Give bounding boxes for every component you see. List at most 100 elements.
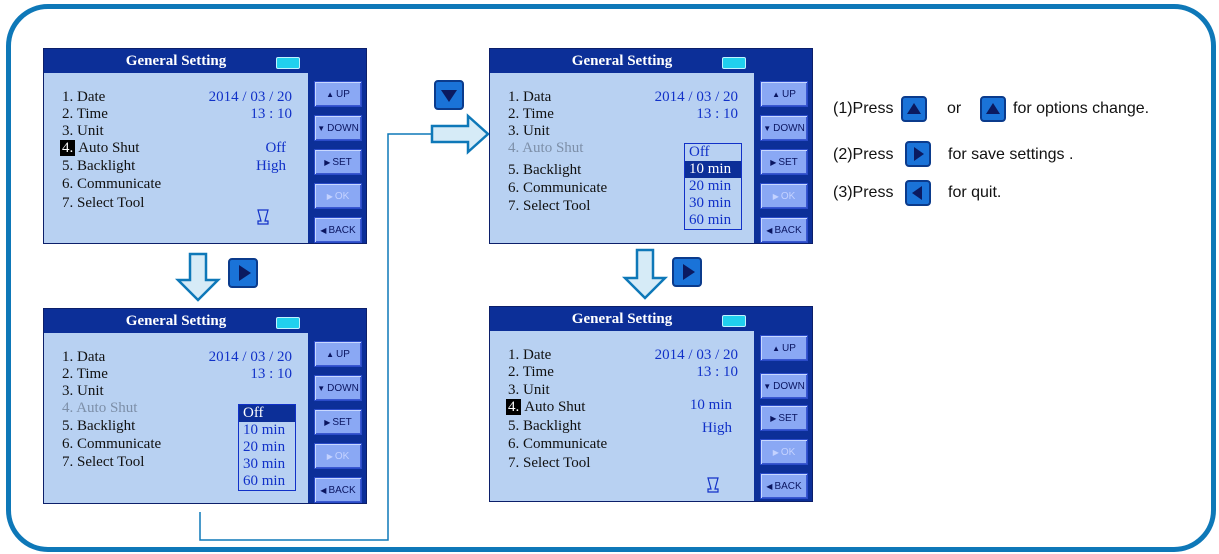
up-button[interactable]: ▲ UP (314, 81, 362, 107)
settings-row[interactable]: 5. Backlight (508, 418, 581, 435)
row-number: 7. (62, 454, 74, 470)
settings-row[interactable]: 6. Communicate (62, 176, 161, 193)
settings-row[interactable]: 1. Data (508, 89, 551, 106)
down-button[interactable]: ▼ DOWN (760, 115, 808, 141)
down-arrow-icon: ▼ (763, 123, 772, 133)
button-column: ▲ UP ▼ DOWN ▶ SET ▶ OK ◀ BACK (754, 307, 812, 501)
down-button[interactable]: ▼ DOWN (760, 373, 808, 399)
right-arrow-icon: ▶ (770, 157, 777, 167)
down-arrow-icon: ▼ (317, 383, 326, 393)
row-label: Select Tool (77, 195, 145, 211)
settings-row[interactable]: 6. Communicate (508, 180, 607, 197)
dropdown-option[interactable]: 20 min (239, 439, 295, 456)
up-arrow-icon: ▲ (772, 343, 780, 353)
settings-row[interactable]: 3. Unit (508, 123, 550, 140)
settings-row[interactable]: 1. Date (508, 347, 551, 364)
settings-row[interactable]: 1. Date (62, 89, 105, 106)
up-button[interactable]: ▲ UP (760, 335, 808, 361)
battery-icon (722, 315, 746, 327)
row-label: Date (77, 89, 106, 105)
row-value: Off (265, 140, 286, 156)
button-column: ▲ UP ▼ DOWN ▶ SET ▶ OK ◀ BACK (308, 49, 366, 243)
settings-row[interactable]: 2. Time (508, 106, 554, 123)
screen-general-setting-3: General Setting 1. Data 2014 / 03 / 20 2… (489, 48, 813, 244)
set-button[interactable]: ▶ SET (314, 149, 362, 175)
right-arrow-icon: ▶ (770, 413, 777, 423)
dropdown-option[interactable]: 30 min (685, 195, 741, 212)
dropdown-option[interactable]: Off (685, 144, 741, 161)
row-label: Unit (523, 123, 550, 139)
flow-arrow-down-right (621, 248, 669, 300)
ok-button[interactable]: ▶ OK (760, 183, 808, 209)
row-label: Backlight (523, 162, 582, 178)
dropdown-option-selected[interactable]: 10 min (685, 161, 741, 178)
down-arrow-icon: ▼ (763, 381, 772, 391)
settings-row[interactable]: 5. Backlight (62, 158, 135, 175)
settings-row[interactable]: 2. Time (508, 364, 554, 381)
up-button[interactable]: ▲ UP (314, 341, 362, 367)
ok-button[interactable]: ▶ OK (314, 183, 362, 209)
flow-arrow-right (430, 113, 490, 155)
instruction-2-suffix: for save settings . (948, 146, 1074, 163)
row-number: 5. (62, 158, 74, 174)
settings-row[interactable]: 3. Unit (508, 382, 550, 399)
settings-row[interactable]: 7. Select Tool (508, 455, 590, 472)
back-button[interactable]: ◀ BACK (760, 217, 808, 243)
row-number: 6. (62, 436, 74, 452)
row-label: Time (76, 366, 108, 382)
settings-row[interactable]: 7. Select Tool (508, 198, 590, 215)
row-value: 2014 / 03 / 20 (208, 89, 292, 105)
dropdown-option[interactable]: 60 min (685, 212, 741, 229)
row-number: 7. (508, 198, 520, 214)
settings-row[interactable]: 7. Select Tool (62, 195, 144, 212)
ok-button[interactable]: ▶ OK (314, 443, 362, 469)
left-arrow-icon: ◀ (320, 485, 327, 495)
settings-row-selected[interactable]: 4. Auto Shut (506, 399, 585, 416)
row-number: 2. (62, 106, 74, 122)
settings-row[interactable]: 2. Time (62, 106, 108, 123)
back-button[interactable]: ◀ BACK (314, 217, 362, 243)
set-button[interactable]: ▶ SET (760, 405, 808, 431)
screen-title: General Setting (44, 49, 308, 73)
screen-general-setting-1: General Setting 1. Date 2014 / 03 / 20 2… (43, 48, 367, 244)
row-label: Select Tool (523, 455, 591, 471)
button-column: ▲ UP ▼ DOWN ▶ SET ▶ OK ◀ BACK (308, 309, 366, 503)
set-button[interactable]: ▶ SET (760, 149, 808, 175)
row-number-highlight: 4. (506, 399, 522, 415)
set-button[interactable]: ▶ SET (314, 409, 362, 435)
settings-row[interactable]: 1. Data (62, 349, 105, 366)
dropdown-option[interactable]: 10 min (239, 422, 295, 439)
down-triangle-icon (434, 80, 464, 110)
row-label: Unit (523, 382, 550, 398)
settings-row[interactable]: 7. Select Tool (62, 454, 144, 471)
settings-row[interactable]: 5. Backlight (508, 162, 581, 179)
dropdown-option[interactable]: 60 min (239, 473, 295, 490)
battery-icon (276, 57, 300, 69)
settings-row[interactable]: 2. Time (62, 366, 108, 383)
dropdown-option[interactable]: 30 min (239, 456, 295, 473)
settings-row-disabled: 4. Auto Shut (62, 400, 137, 417)
up-arrow-icon: ▲ (326, 89, 334, 99)
settings-row[interactable]: 6. Communicate (62, 436, 161, 453)
settings-row[interactable]: 3. Unit (62, 123, 104, 140)
dropdown-option[interactable]: 20 min (685, 178, 741, 195)
ok-button[interactable]: ▶ OK (760, 439, 808, 465)
screen-title: General Setting (490, 49, 754, 73)
instruction-3-suffix: for quit. (948, 184, 1002, 201)
row-label: Time (522, 106, 554, 122)
screen-general-setting-2: General Setting 1. Data 2014 / 03 / 20 2… (43, 308, 367, 504)
settings-row[interactable]: 5. Backlight (62, 418, 135, 435)
dropdown-option-selected[interactable]: Off (239, 405, 295, 422)
down-button[interactable]: ▼ DOWN (314, 375, 362, 401)
back-button[interactable]: ◀ BACK (760, 473, 808, 499)
settings-row[interactable]: 3. Unit (62, 383, 104, 400)
row-label: Data (77, 349, 106, 365)
down-button[interactable]: ▼ DOWN (314, 115, 362, 141)
settings-panel: 1. Data 2014 / 03 / 20 2. Time 13 : 10 3… (44, 333, 308, 503)
settings-row[interactable]: 6. Communicate (508, 436, 607, 453)
row-label: Select Tool (523, 198, 591, 214)
up-button[interactable]: ▲ UP (760, 81, 808, 107)
settings-row-selected[interactable]: 4. Auto Shut (60, 140, 139, 157)
row-value: 2014 / 03 / 20 (654, 89, 738, 105)
back-button[interactable]: ◀ BACK (314, 477, 362, 503)
